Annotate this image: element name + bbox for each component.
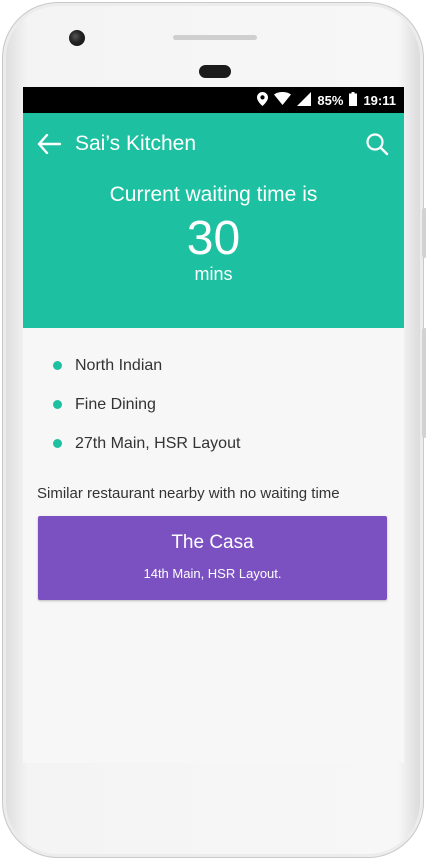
waiting-time-unit: mins [194,264,233,284]
battery-percent: 85% [317,92,344,108]
detail-text: Fine Dining [75,395,156,413]
clock: 19:11 [363,92,396,108]
restaurant-details: North Indian Fine Dining 27th Main, HSR … [23,328,404,463]
battery-icon [349,91,358,109]
power-button [422,208,426,258]
detail-item-address: 27th Main, HSR Layout [53,424,404,463]
volume-button [422,328,426,438]
status-bar: 85% 19:11 [23,87,404,113]
page-title: Sai’s Kitchen [75,132,197,155]
detail-text: 27th Main, HSR Layout [75,434,241,452]
back-arrow-icon[interactable] [37,131,63,157]
search-icon[interactable] [364,131,390,157]
location-icon [257,91,269,109]
phone-frame: 85% 19:11 Sai’s Kitchen Current waiting … [2,2,426,858]
app-screen: 85% 19:11 Sai’s Kitchen Current waiting … [23,87,404,763]
wifi-icon [274,92,292,108]
earpiece-grille [173,35,257,40]
waiting-time-value: 30 [186,212,241,265]
detail-item-category: Fine Dining [53,385,404,424]
signal-icon [297,91,312,109]
similar-restaurant-name: The Casa [171,532,254,553]
speaker-slot [199,65,231,78]
bullet-dot-icon [53,400,62,409]
similar-restaurant-card[interactable]: The Casa 14th Main, HSR Layout. [38,516,387,600]
toolbar: Sai’s Kitchen [23,113,404,175]
bullet-dot-icon [53,439,62,448]
bullet-dot-icon [53,361,62,370]
detail-text: North Indian [75,356,163,374]
waiting-time-label: Current waiting time is [109,183,318,206]
front-camera [69,30,85,46]
detail-item-cuisine: North Indian [53,346,404,385]
similar-restaurant-address: 14th Main, HSR Layout. [143,566,282,581]
restaurant-header: Sai’s Kitchen Current waiting time is 30… [23,113,404,328]
similar-restaurant-label: Similar restaurant nearby with no waitin… [37,485,340,502]
